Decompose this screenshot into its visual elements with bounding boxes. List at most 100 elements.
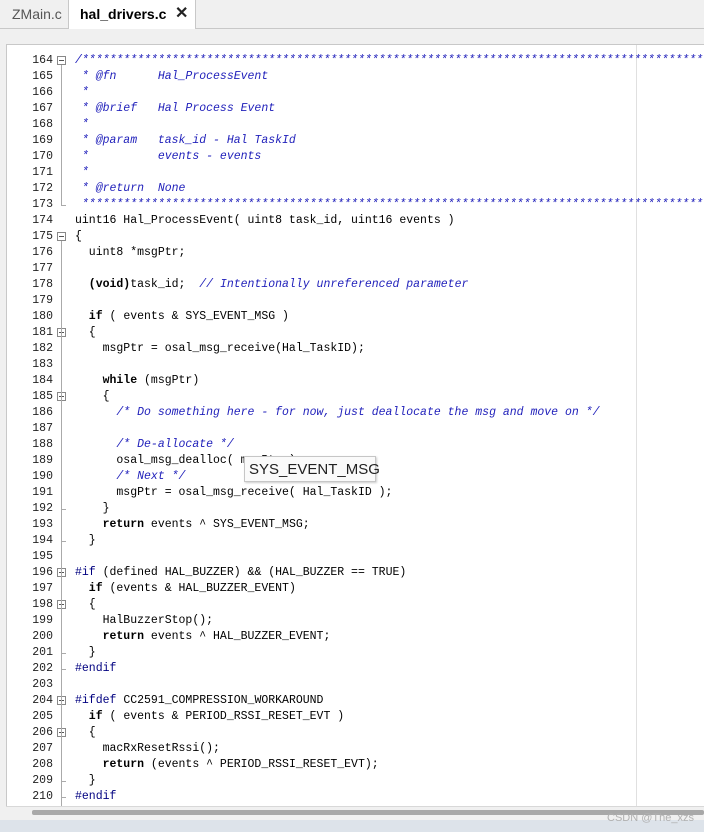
- horizontal-scrollbar[interactable]: [6, 806, 704, 819]
- code-token: * @fn Hal_ProcessEvent: [75, 70, 269, 83]
- code-line: {: [75, 389, 110, 405]
- code-line: /* De-allocate */: [75, 437, 234, 453]
- code-line: return events ^ SYS_EVENT_MSG;: [75, 517, 310, 533]
- tab-zmain[interactable]: ZMain.c: [0, 0, 68, 28]
- code-line: }: [75, 501, 110, 517]
- code-editor[interactable]: 164 /************************************…: [6, 44, 704, 807]
- tab-label: hal_drivers.c: [80, 6, 167, 22]
- line-number: 186: [32, 406, 53, 419]
- code-token: HalBuzzerStop();: [75, 614, 214, 627]
- code-token: msgPtr = osal_msg_receive( Hal_TaskID );: [75, 486, 393, 499]
- code-token: ( events & PERIOD_RSSI_RESET_EVT ): [102, 710, 345, 723]
- code-line: (void)task_id; // Intentionally unrefere…: [75, 277, 469, 293]
- code-line: {: [75, 597, 96, 613]
- code-token: (events & HAL_BUZZER_EVENT): [102, 582, 296, 595]
- code-token: }: [75, 646, 96, 659]
- code-token: #endif: [75, 662, 117, 675]
- line-number: 209: [32, 774, 53, 787]
- line-number: 168: [32, 118, 53, 131]
- line-number: 189: [32, 454, 53, 467]
- code-line: if ( events & SYS_EVENT_MSG ): [75, 309, 289, 325]
- code-token: *: [75, 86, 89, 99]
- fold-collapse-icon[interactable]: [57, 56, 66, 65]
- line-number: 184: [32, 374, 53, 387]
- code-token: if: [75, 710, 103, 723]
- line-number: 178: [32, 278, 53, 291]
- code-token: *: [75, 166, 89, 179]
- code-token: #if: [75, 566, 96, 579]
- line-number: 177: [32, 262, 53, 275]
- fold-end-marker: [61, 205, 66, 206]
- code-line: macRxResetRssi();: [75, 741, 220, 757]
- close-icon[interactable]: ✕: [175, 0, 188, 28]
- watermark: CSDN @The_xzs: [607, 812, 694, 824]
- line-number: 190: [32, 470, 53, 483]
- fold-collapse-icon[interactable]: [57, 232, 66, 241]
- tab-label: ZMain.c: [12, 6, 62, 22]
- code-line: #endif: [75, 661, 116, 677]
- line-number: 201: [32, 646, 53, 659]
- code-line: * events - events: [75, 149, 261, 165]
- code-line: /* Next */: [75, 469, 185, 485]
- code-token: events ^ SYS_EVENT_MSG;: [144, 518, 310, 531]
- code-line: *: [75, 85, 89, 101]
- line-number: 165: [32, 70, 53, 83]
- line-number: 167: [32, 102, 53, 115]
- line-number: 194: [32, 534, 53, 547]
- line-number: 195: [32, 550, 53, 563]
- line-number: 198: [32, 598, 53, 611]
- code-line: * @fn Hal_ProcessEvent: [75, 69, 268, 85]
- scrollbar-thumb[interactable]: [32, 810, 704, 815]
- line-number: 166: [32, 86, 53, 99]
- code-line: /***************************************…: [75, 53, 704, 69]
- code-line: return events ^ HAL_BUZZER_EVENT;: [75, 629, 331, 645]
- line-number: 181: [32, 326, 53, 339]
- code-token: (void): [75, 278, 131, 291]
- line-number: 200: [32, 630, 53, 643]
- line-number: 204: [32, 694, 53, 707]
- code-token: /* De-allocate */: [75, 438, 234, 451]
- line-number: 203: [32, 678, 53, 691]
- line-number: 206: [32, 726, 53, 739]
- status-bar: [0, 820, 704, 832]
- line-number: 207: [32, 742, 53, 755]
- code-token: // Intentionally unreferenced parameter: [199, 278, 469, 291]
- code-token: CC2591_COMPRESSION_WORKAROUND: [116, 694, 324, 707]
- code-token: #endif: [75, 790, 117, 803]
- tab-hal-drivers[interactable]: hal_drivers.c ✕: [68, 0, 196, 29]
- code-token: events ^ HAL_BUZZER_EVENT;: [144, 630, 331, 643]
- line-number: 185: [32, 390, 53, 403]
- line-number: 191: [32, 486, 53, 499]
- code-token: {: [75, 390, 110, 403]
- code-line: #ifdef CC2591_COMPRESSION_WORKAROUND: [75, 693, 323, 709]
- code-token: * @param task_id - Hal TaskId: [75, 134, 296, 147]
- code-line: #if (defined HAL_BUZZER) && (HAL_BUZZER …: [75, 565, 406, 581]
- code-token: * events - events: [75, 150, 262, 163]
- code-token: /* Next */: [75, 470, 186, 483]
- code-token: {: [75, 598, 96, 611]
- line-number: 208: [32, 758, 53, 771]
- code-token: * @brief Hal Process Event: [75, 102, 276, 115]
- line-number: 170: [32, 150, 53, 163]
- code-token: msgPtr = osal_msg_receive(Hal_TaskID);: [75, 342, 365, 355]
- code-line: uint8 *msgPtr;: [75, 245, 186, 261]
- code-token: }: [75, 774, 96, 787]
- code-token: return: [75, 758, 145, 771]
- line-number: 180: [32, 310, 53, 323]
- code-line: if ( events & PERIOD_RSSI_RESET_EVT ): [75, 709, 344, 725]
- line-number: 174: [32, 214, 53, 227]
- line-number: 172: [32, 182, 53, 195]
- line-number: 196: [32, 566, 53, 579]
- code-token: task_id;: [130, 278, 200, 291]
- code-line: }: [75, 533, 96, 549]
- code-token: {: [75, 726, 96, 739]
- hover-tooltip: SYS_EVENT_MSG: [244, 456, 380, 482]
- code-token: /***************************************…: [75, 54, 704, 67]
- line-number: 199: [32, 614, 53, 627]
- code-line: }: [75, 645, 96, 661]
- line-number: 164: [32, 54, 53, 67]
- line-number: 187: [32, 422, 53, 435]
- code-line: {: [75, 325, 96, 341]
- code-line: while (msgPtr): [75, 373, 200, 389]
- edge-guide-line: [636, 45, 637, 807]
